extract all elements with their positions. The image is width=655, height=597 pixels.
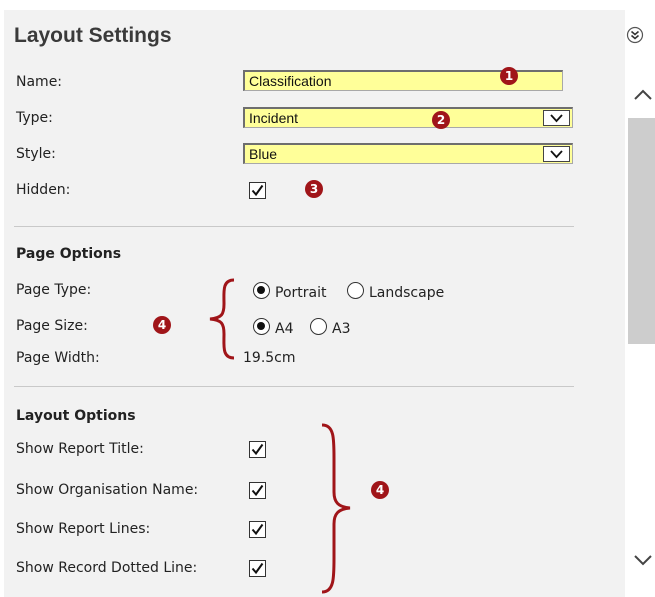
show-report-lines-checkbox[interactable] bbox=[249, 521, 266, 538]
annotation-badge-1: 1 bbox=[500, 67, 518, 85]
divider bbox=[14, 226, 574, 227]
checkmark-icon bbox=[251, 443, 264, 456]
type-dropdown[interactable]: Incident bbox=[243, 107, 573, 128]
checkmark-icon bbox=[251, 484, 264, 497]
a3-radio[interactable] bbox=[310, 318, 327, 335]
page-width-value: 19.5cm bbox=[243, 350, 296, 366]
show-record-dotted-line-label: Show Record Dotted Line: bbox=[16, 560, 198, 576]
show-report-title-label: Show Report Title: bbox=[16, 441, 144, 457]
type-dropdown-button[interactable] bbox=[543, 110, 570, 126]
page-size-label: Page Size: bbox=[16, 318, 88, 334]
checkmark-icon bbox=[251, 523, 264, 536]
annotation-badge-3: 3 bbox=[305, 180, 323, 198]
a3-label: A3 bbox=[332, 321, 351, 337]
show-record-dotted-line-checkbox[interactable] bbox=[249, 560, 266, 577]
annotation-brace bbox=[321, 423, 351, 594]
portrait-radio[interactable] bbox=[253, 282, 270, 299]
show-organisation-name-label: Show Organisation Name: bbox=[16, 482, 199, 498]
checkmark-icon bbox=[251, 184, 264, 197]
double-chevron-down-icon[interactable] bbox=[626, 26, 644, 44]
dropdown-arrow-icon bbox=[550, 114, 563, 123]
name-label: Name: bbox=[16, 74, 63, 90]
page-width-label: Page Width: bbox=[16, 350, 100, 366]
divider bbox=[14, 386, 574, 387]
page-type-label: Page Type: bbox=[16, 282, 92, 298]
layout-options-heading: Layout Options bbox=[16, 408, 136, 424]
type-value: Incident bbox=[249, 110, 299, 126]
scrollbar-thumb[interactable] bbox=[628, 118, 655, 344]
name-value: Classification bbox=[249, 73, 332, 89]
hidden-checkbox[interactable] bbox=[249, 182, 266, 199]
landscape-radio[interactable] bbox=[347, 282, 364, 299]
annotation-badge-4: 4 bbox=[371, 481, 389, 499]
chevron-up-icon[interactable] bbox=[633, 88, 653, 102]
style-dropdown-button[interactable] bbox=[543, 146, 570, 162]
portrait-label: Portrait bbox=[275, 285, 327, 301]
chevron-down-icon[interactable] bbox=[633, 553, 653, 567]
style-dropdown[interactable]: Blue bbox=[243, 143, 573, 164]
show-report-title-checkbox[interactable] bbox=[249, 441, 266, 458]
annotation-badge-2: 2 bbox=[432, 111, 450, 129]
page-options-heading: Page Options bbox=[16, 246, 122, 262]
style-value: Blue bbox=[249, 146, 278, 162]
panel-title: Layout Settings bbox=[14, 24, 172, 47]
dropdown-arrow-icon bbox=[550, 150, 563, 159]
layout-settings-panel bbox=[4, 10, 625, 597]
hidden-label: Hidden: bbox=[16, 182, 71, 198]
style-label: Style: bbox=[16, 146, 56, 162]
show-organisation-name-checkbox[interactable] bbox=[249, 482, 266, 499]
annotation-badge-4: 4 bbox=[153, 316, 171, 334]
a4-label: A4 bbox=[275, 321, 294, 337]
landscape-label: Landscape bbox=[369, 285, 445, 301]
show-report-lines-label: Show Report Lines: bbox=[16, 521, 151, 537]
checkmark-icon bbox=[251, 562, 264, 575]
a4-radio[interactable] bbox=[253, 318, 270, 335]
annotation-brace bbox=[209, 278, 235, 360]
type-label: Type: bbox=[16, 110, 53, 126]
